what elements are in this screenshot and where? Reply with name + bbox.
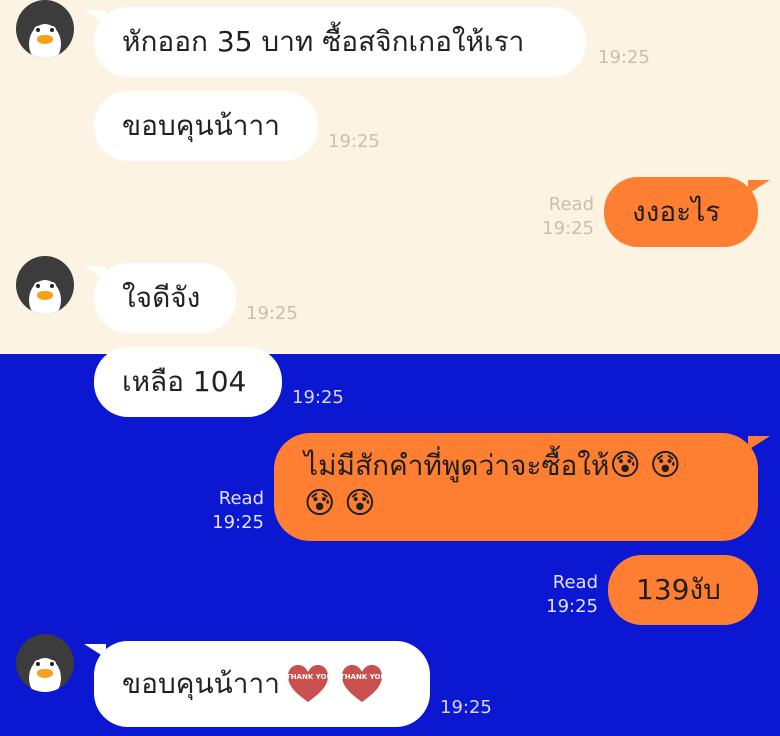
- sticker-label: THANK YOU: [285, 673, 333, 681]
- message-time: 19:25: [246, 303, 298, 324]
- message-text: หักออก 35 บาท ซื้อสจิกเกอให้เรา: [122, 25, 525, 58]
- read-label: Read: [552, 572, 598, 593]
- read-receipt: Read 19:25: [524, 571, 598, 619]
- thank-you-heart-icon: THANK YOU: [339, 664, 387, 704]
- message-bubble-outgoing[interactable]: ไม่มีสักคำที่พูดว่าจะซื้อให้😰 😰 😰 😰: [274, 433, 758, 541]
- message-bubble-incoming[interactable]: หักออก 35 บาท ซื้อสจิกเกอให้เรา: [94, 7, 586, 77]
- message-time: 19:25: [212, 512, 264, 533]
- penguin-avatar[interactable]: [16, 634, 74, 692]
- bubble-tail: [748, 180, 770, 194]
- message-bubble-incoming[interactable]: ขอบคุนน้าาา THANK YOU THANK YOU: [94, 641, 430, 727]
- message-text: ไม่มีสักคำที่พูดว่าจะซื้อให้: [304, 449, 610, 482]
- anxious-face-emoji: 😰: [609, 448, 641, 483]
- message-time: 19:25: [546, 596, 598, 617]
- message-time: 19:25: [542, 218, 594, 239]
- message-text: ขอบคุนน้าาา: [122, 667, 280, 700]
- penguin-avatar[interactable]: [16, 0, 74, 58]
- anxious-face-emoji: 😰: [344, 486, 376, 521]
- anxious-face-emoji: 😰: [649, 448, 681, 483]
- message-bubble-incoming[interactable]: ขอบคุนน้าาา: [94, 91, 318, 161]
- read-receipt: Read 19:25: [520, 193, 594, 241]
- read-label: Read: [548, 194, 594, 215]
- message-time: 19:25: [328, 131, 380, 152]
- sticker-label: THANK YOU: [339, 673, 387, 681]
- thank-you-heart-icon: THANK YOU: [285, 664, 333, 704]
- message-bubble-incoming[interactable]: ใจดีจัง: [94, 263, 236, 333]
- bubble-tail: [748, 436, 770, 450]
- message-time: 19:25: [598, 47, 650, 68]
- message-text: งงอะไร: [632, 195, 721, 228]
- message-time: 19:25: [440, 697, 492, 718]
- read-receipt: Read 19:25: [190, 487, 264, 535]
- message-bubble-incoming[interactable]: เหลือ 104: [94, 347, 282, 417]
- message-text: ใจดีจัง: [122, 281, 201, 314]
- message-text: เหลือ 104: [122, 365, 247, 398]
- read-label: Read: [218, 488, 264, 509]
- penguin-avatar[interactable]: [16, 256, 74, 314]
- message-time: 19:25: [292, 387, 344, 408]
- message-bubble-outgoing[interactable]: งงอะไร: [604, 177, 758, 247]
- message-text: 139งับ: [636, 573, 721, 606]
- anxious-face-emoji: 😰: [304, 486, 336, 521]
- message-text: ขอบคุนน้าาา: [122, 109, 280, 142]
- message-bubble-outgoing[interactable]: 139งับ: [608, 555, 758, 625]
